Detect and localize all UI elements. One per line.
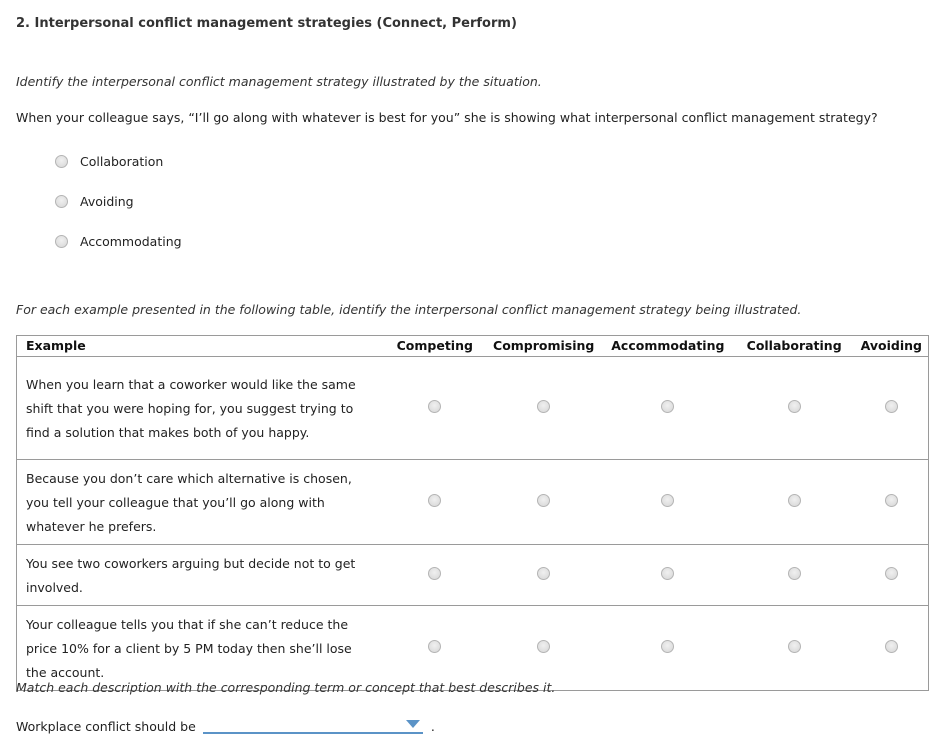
column-header-avoiding: Avoiding	[854, 335, 929, 357]
column-header-compromising: Compromising	[485, 335, 603, 357]
option-avoiding[interactable]: Avoiding	[55, 194, 134, 209]
part3-instruction: Match each description with the correspo…	[16, 680, 556, 695]
part1-instruction: Identify the interpersonal conflict mana…	[16, 74, 542, 89]
radio-collaborating[interactable]	[787, 640, 801, 653]
part2-instruction: For each example presented in the follow…	[16, 302, 802, 317]
radio-competing[interactable]	[428, 567, 442, 580]
radio-avoiding[interactable]	[884, 640, 898, 653]
sentence-suffix: .	[430, 719, 435, 734]
radio-accommodating[interactable]	[661, 640, 675, 653]
radio-compromising[interactable]	[537, 567, 551, 580]
sentence-prefix: Workplace conflict should be	[16, 719, 196, 734]
radio-collaborating[interactable]	[787, 567, 801, 580]
example-text: Your colleague tells you that if she can…	[16, 605, 385, 691]
column-header-accommodating: Accommodating	[602, 335, 734, 357]
radio-avoiding[interactable]	[884, 494, 898, 507]
question-title: 2. Interpersonal conflict management str…	[16, 16, 517, 31]
example-text: You see two coworkers arguing but decide…	[16, 544, 385, 606]
caret-down-icon[interactable]	[405, 720, 420, 728]
radio-collaborating[interactable]	[787, 494, 801, 507]
option-label: Accommodating	[80, 234, 182, 249]
radio-accommodating[interactable]	[661, 400, 675, 413]
radio-button[interactable]	[55, 195, 68, 208]
table-row: You see two coworkers arguing but decide…	[16, 544, 929, 606]
radio-competing[interactable]	[428, 400, 442, 413]
radio-competing[interactable]	[428, 640, 442, 653]
example-text: Because you don’t care which alternative…	[16, 459, 385, 545]
match-sentence: Workplace conflict should be .	[16, 716, 435, 734]
radio-avoiding[interactable]	[884, 400, 898, 413]
radio-collaborating[interactable]	[787, 400, 801, 413]
table-header-row: Example Competing Compromising Accommoda…	[16, 335, 929, 357]
example-text: When you learn that a coworker would lik…	[16, 356, 385, 460]
table-row: When you learn that a coworker would lik…	[16, 356, 929, 460]
radio-accommodating[interactable]	[661, 567, 675, 580]
answer-dropdown[interactable]	[202, 716, 423, 734]
radio-avoiding[interactable]	[884, 567, 898, 580]
radio-button[interactable]	[55, 155, 68, 168]
radio-compromising[interactable]	[537, 640, 551, 653]
part1-question: When your colleague says, “I’ll go along…	[16, 110, 878, 125]
radio-button[interactable]	[55, 235, 68, 248]
option-label: Collaboration	[80, 154, 164, 169]
column-header-example: Example	[16, 335, 385, 357]
radio-accommodating[interactable]	[661, 494, 675, 507]
radio-compromising[interactable]	[537, 400, 551, 413]
option-accommodating[interactable]: Accommodating	[55, 234, 182, 249]
radio-competing[interactable]	[428, 494, 442, 507]
option-label: Avoiding	[80, 194, 134, 209]
radio-compromising[interactable]	[537, 494, 551, 507]
table-row: Because you don’t care which alternative…	[16, 459, 929, 545]
table-row: Your colleague tells you that if she can…	[16, 605, 929, 691]
option-collaboration[interactable]: Collaboration	[55, 154, 163, 169]
column-header-competing: Competing	[384, 335, 486, 357]
strategy-table: Example Competing Compromising Accommoda…	[16, 335, 929, 691]
column-header-collaborating: Collaborating	[733, 335, 855, 357]
